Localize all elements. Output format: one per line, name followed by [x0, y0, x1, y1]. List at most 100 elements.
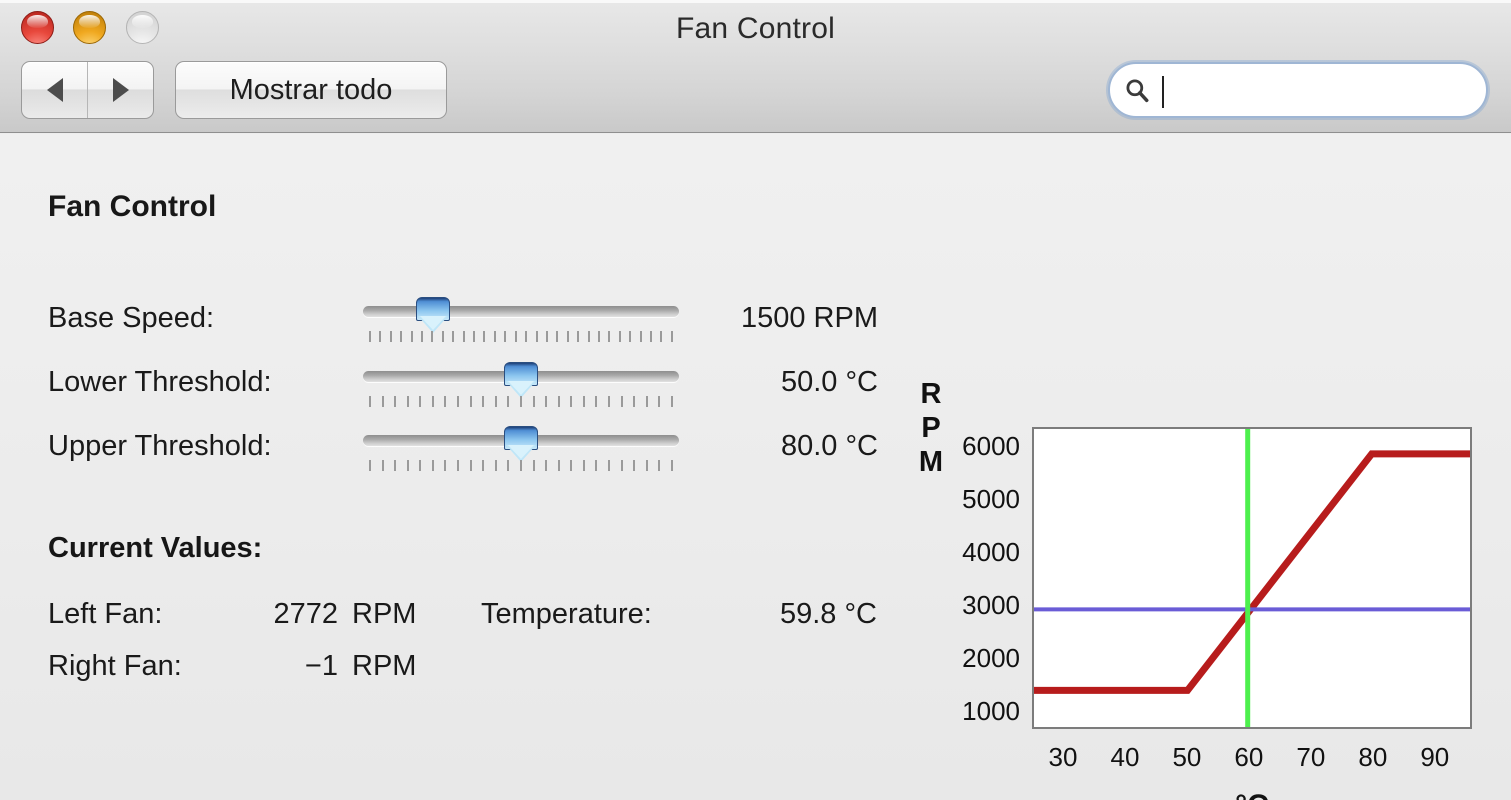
- slider-tick: [595, 396, 598, 407]
- slider-tick: [381, 460, 384, 471]
- chart-y-tick-label: 4000: [962, 537, 1020, 568]
- window-titlebar: Fan Control Mostrar todo: [0, 0, 1511, 133]
- slider-tick: [469, 396, 472, 407]
- slider-tick: [482, 460, 485, 471]
- slider-tick: [507, 396, 510, 407]
- slider-tick: [452, 331, 455, 342]
- show-all-button[interactable]: Mostrar todo: [175, 61, 447, 119]
- slider-tick: [535, 331, 538, 342]
- slider-tick: [431, 396, 434, 407]
- chart-y-tick-label: 1000: [962, 696, 1020, 727]
- slider-tick: [457, 460, 460, 471]
- slider-tick: [394, 396, 397, 407]
- slider-tick: [532, 396, 535, 407]
- slider-tick: [441, 331, 444, 342]
- chart-x-tick-label: 60: [1234, 742, 1264, 772]
- slider-tick: [582, 396, 585, 407]
- slider-tick: [379, 331, 382, 342]
- slider-tick: [514, 331, 517, 342]
- base-speed-slider-thumb[interactable]: [415, 297, 450, 333]
- slider-tick: [421, 331, 424, 342]
- left-fan-label: Left Fan:: [48, 598, 163, 630]
- slider-tick: [545, 396, 548, 407]
- slider-tick: [507, 460, 510, 471]
- slider-tick: [570, 460, 573, 471]
- chart-plot-area: [1032, 427, 1472, 729]
- slider-tick: [406, 396, 409, 407]
- left-fan-value: 2772: [273, 598, 338, 630]
- chart-x-tick-label: 90: [1420, 742, 1450, 772]
- show-all-label: Mostrar todo: [229, 73, 393, 106]
- slider-tick: [595, 460, 598, 471]
- left-fan-unit: RPM: [352, 598, 417, 630]
- slider-tick: [545, 460, 548, 471]
- slider-tick: [400, 331, 403, 342]
- slider-tick: [525, 331, 528, 342]
- slider-tick: [587, 331, 590, 342]
- base-speed-label: Base Speed:: [48, 302, 215, 334]
- slider-tick: [406, 460, 409, 471]
- chart-x-axis-label: °C: [1032, 789, 1472, 800]
- slider-tick: [431, 460, 434, 471]
- forward-button[interactable]: [88, 62, 153, 118]
- slider-tick: [483, 331, 486, 342]
- current-values-title: Current Values:: [48, 532, 263, 564]
- chart-svg: [1034, 429, 1470, 727]
- slider-tick: [566, 331, 569, 342]
- slider-tick: [482, 396, 485, 407]
- slider-tick: [570, 396, 573, 407]
- slider-tick: [410, 331, 413, 342]
- chart-y-tick-label: 5000: [962, 484, 1020, 515]
- slider-tick: [577, 331, 580, 342]
- slider-tick: [369, 396, 371, 407]
- slider-tick: [457, 396, 460, 407]
- slider-tick: [545, 331, 548, 342]
- chart-fan-curve-line: [1034, 450, 1470, 694]
- thumb-point-inner: [419, 316, 446, 330]
- slider-tick: [557, 396, 560, 407]
- slider-tick: [444, 460, 447, 471]
- search-input[interactable]: [1150, 70, 1486, 110]
- fan-control-window: Fan Control Mostrar todo Fan Control Bas…: [0, 0, 1511, 800]
- y-axis-label-letter: R: [920, 378, 942, 410]
- chart-x-tick-label: 40: [1110, 742, 1140, 772]
- thumb-point-inner: [508, 381, 534, 395]
- search-field[interactable]: [1108, 62, 1488, 118]
- fan-curve-chart: RPM 1000 2000 3000 4000 5000 6000 30 40 50 60 70 8…: [900, 274, 1500, 800]
- slider-tick: [504, 331, 507, 342]
- slider-tick: [369, 331, 371, 342]
- slider-tick: [419, 396, 422, 407]
- slider-tick: [431, 331, 434, 342]
- slider-tick: [494, 396, 497, 407]
- slider-tick: [469, 460, 472, 471]
- slider-tick: [444, 396, 447, 407]
- lower-threshold-label: Lower Threshold:: [48, 366, 272, 398]
- slider-tick: [381, 396, 384, 407]
- lower-threshold-value: 50.0 °C: [780, 366, 878, 398]
- arrow-right-icon: [112, 78, 129, 102]
- chart-x-tick-label: 80: [1358, 742, 1388, 772]
- upper-threshold-value: 80.0 °C: [780, 430, 878, 462]
- lower-threshold-slider-thumb[interactable]: [504, 362, 538, 398]
- right-fan-unit: RPM: [352, 650, 417, 682]
- window-title: Fan Control: [676, 12, 835, 45]
- slider-tick: [557, 460, 560, 471]
- text-cursor: [1162, 76, 1164, 108]
- slider-tick: [394, 460, 397, 471]
- chart-y-tick-label: 6000: [962, 431, 1020, 462]
- right-fan-label: Right Fan:: [48, 650, 182, 682]
- slider-tick: [519, 460, 522, 471]
- slider-tick: [419, 460, 422, 471]
- slider-tick: [369, 460, 371, 471]
- slider-tick: [597, 331, 600, 342]
- chart-y-axis-label: RPM: [914, 377, 948, 479]
- slider-tick: [473, 331, 476, 342]
- upper-threshold-slider-thumb[interactable]: [504, 426, 538, 462]
- slider-tick: [494, 460, 497, 471]
- navigation-buttons: [21, 61, 154, 119]
- back-button[interactable]: [22, 62, 88, 118]
- titlebar-highlight: [0, 0, 1511, 3]
- chart-x-tick-label: 50: [1172, 742, 1202, 772]
- chart-x-tick-label: 70: [1296, 742, 1326, 772]
- chart-y-tick-label: 2000: [962, 643, 1020, 674]
